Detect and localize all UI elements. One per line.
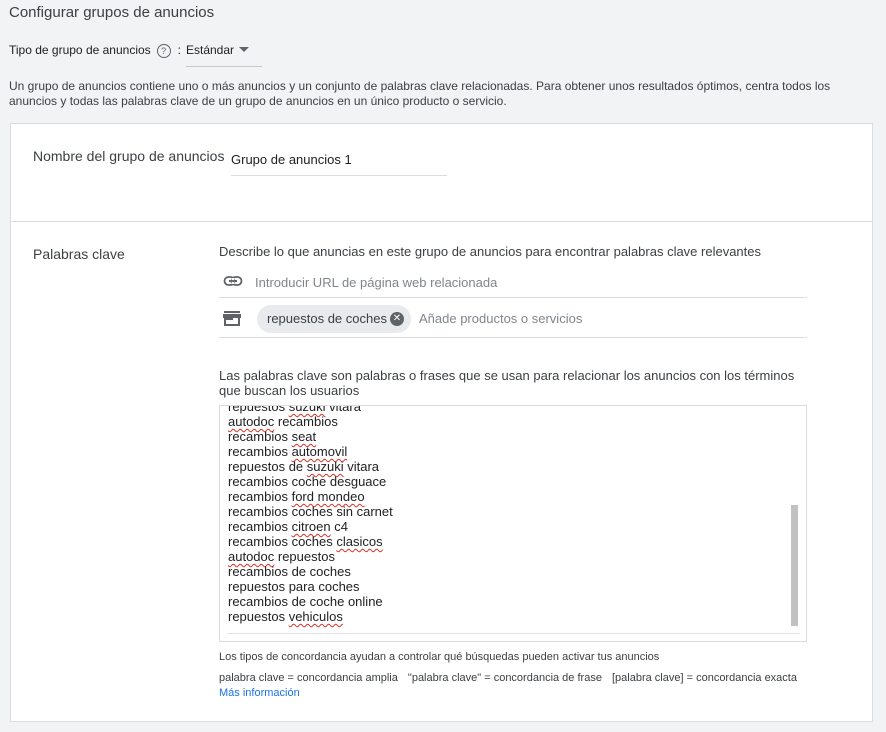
keyword-line: recambios citroen c4 <box>228 519 348 534</box>
keywords-label: Palabras clave <box>33 246 125 262</box>
link-icon <box>223 274 243 293</box>
keywords-explanation: Las palabras clave son palabras o frases… <box>219 368 795 398</box>
keyword-line: recambios ford mondeo <box>228 489 365 504</box>
match-types-legend: palabra clave = concordancia amplia "pal… <box>219 672 804 685</box>
match-types-note: Los tipos de concordancia ayudan a contr… <box>219 651 660 663</box>
keyword-line: recambios seat <box>228 429 317 444</box>
keyword-line: recambios coches clasicos <box>228 534 383 549</box>
keyword-line: autodoc repuestos <box>228 549 335 564</box>
type-colon: : <box>177 43 181 57</box>
scrollbar-thumb[interactable] <box>791 505 798 626</box>
textarea-bottom-line <box>228 633 800 634</box>
dropdown-arrow-icon <box>239 47 249 52</box>
keyword-line: recambios automovil <box>228 444 348 459</box>
section-divider <box>11 221 872 222</box>
product-chip[interactable]: repuestos de coches ✕ <box>257 305 411 333</box>
more-info-link[interactable]: Más información <box>219 687 300 700</box>
keywords-list: repuestos suzuki vitara autodoc recambio… <box>228 405 393 624</box>
keyword-line: recambios de coches <box>228 564 351 579</box>
product-chip-label: repuestos de coches <box>267 311 387 326</box>
keyword-line: repuestos suzuki vitara <box>228 405 361 414</box>
ad-group-type-label: Tipo de grupo de anuncios <box>9 43 151 57</box>
url-input-placeholder: Introducir URL de página web relacionada <box>255 275 498 290</box>
match-broad: palabra clave = concordancia amplia <box>219 672 398 684</box>
keyword-line: repuestos vehiculos <box>228 609 343 624</box>
store-icon <box>223 311 241 332</box>
ad-group-type-value: Estándar <box>186 43 235 57</box>
ad-group-card: Nombre del grupo de anuncios Grupo de an… <box>10 123 873 722</box>
ad-group-name-label: Nombre del grupo de anuncios <box>33 148 225 164</box>
keyword-line: recambios de coche online <box>228 594 383 609</box>
products-input-placeholder: Añade productos o servicios <box>419 311 583 326</box>
ad-group-type-row: Tipo de grupo de anuncios ? : Estándar <box>9 42 262 67</box>
ad-group-name-input[interactable]: Grupo de anuncios 1 <box>231 151 447 176</box>
ad-group-type-select[interactable]: Estándar <box>186 42 262 67</box>
chip-close-icon[interactable]: ✕ <box>390 312 404 326</box>
match-phrase: "palabra clave" = concordancia de frase <box>407 672 602 684</box>
keyword-line: repuestos para coches <box>228 579 360 594</box>
keywords-textarea[interactable]: repuestos suzuki vitara autodoc recambio… <box>219 405 807 642</box>
keyword-line: recambios coche desguace <box>228 474 387 489</box>
page-title: Configurar grupos de anuncios <box>9 4 215 21</box>
url-input-row[interactable]: Introducir URL de página web relacionada <box>219 269 807 298</box>
keywords-description: Describe lo que anuncias en este grupo d… <box>219 244 762 259</box>
keyword-line: autodoc recambios <box>228 414 338 429</box>
match-exact: [palabra clave] = concordancia exacta <box>612 672 797 684</box>
products-input-row[interactable]: repuestos de coches ✕ Añade productos o … <box>219 297 807 338</box>
intro-text: Un grupo de anuncios contiene uno o más … <box>9 79 831 108</box>
keyword-line: recambios coches sin carnet <box>228 504 393 519</box>
keyword-line: repuestos de suzuki vitara <box>228 459 380 474</box>
help-icon[interactable]: ? <box>156 44 171 58</box>
